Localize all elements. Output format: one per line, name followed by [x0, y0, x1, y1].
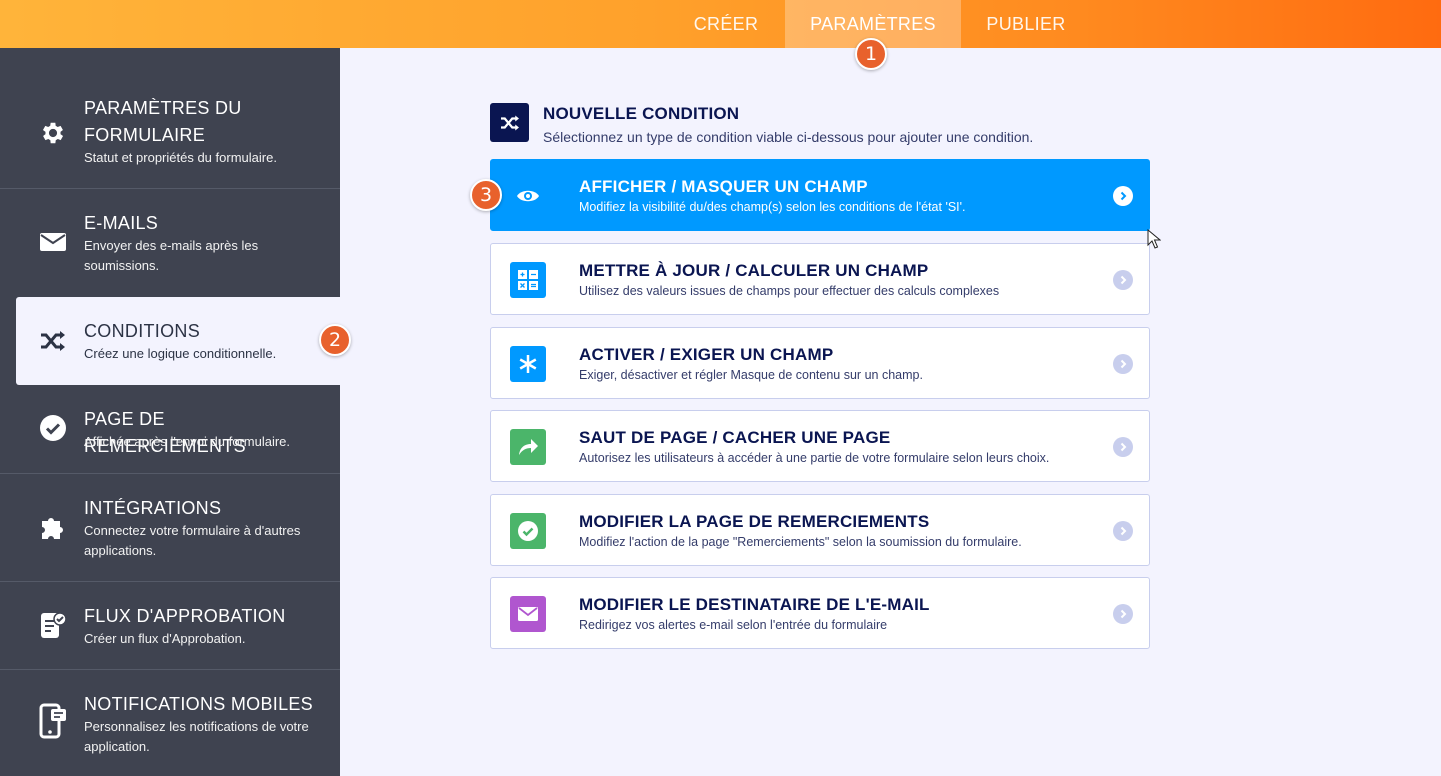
check-icon — [510, 513, 546, 549]
condition-title: AFFICHER / MASQUER UN CHAMP — [579, 177, 868, 196]
condition-title: ACTIVER / EXIGER UN CHAMP — [579, 345, 834, 364]
shuffle-icon — [490, 103, 529, 142]
sidebar-item-title: NOTIFICATIONS MOBILES — [84, 694, 313, 714]
condition-update-calculate-field[interactable]: METTRE À JOUR / CALCULER UN CHAMP Utilis… — [490, 243, 1150, 315]
sidebar-item-title: PARAMÈTRES DU FORMULAIRE — [84, 95, 324, 149]
chevron-right-icon — [1113, 521, 1133, 541]
mobile-notification-icon — [38, 703, 68, 739]
top-nav-bar: CRÉER PARAMÈTRES PUBLIER — [0, 0, 1441, 48]
page-subtitle: Sélectionnez un type de condition viable… — [543, 129, 1034, 145]
sidebar-item-mobile-notifications[interactable]: NOTIFICATIONS MOBILES Personnalisez les … — [0, 670, 340, 776]
sidebar-item-desc: Créez une logique conditionnelle. — [84, 346, 277, 361]
condition-change-email-recipient[interactable]: MODIFIER LE DESTINATAIRE DE L'E-MAIL Red… — [490, 577, 1150, 649]
condition-show-hide-field[interactable]: AFFICHER / MASQUER UN CHAMP Modifiez la … — [490, 159, 1150, 231]
sidebar-desc-line: soumissions. — [84, 258, 160, 273]
sidebar-title-line: PARAMÈTRES DU — [84, 98, 242, 118]
envelope-icon — [38, 227, 68, 257]
condition-enable-require-field[interactable]: ACTIVER / EXIGER UN CHAMP Exiger, désact… — [490, 327, 1150, 399]
condition-title: SAUT DE PAGE / CACHER UNE PAGE — [579, 428, 891, 447]
sidebar-desc-line: Personnalisez les notifications de votre — [84, 719, 309, 734]
sidebar-item-desc: Créer un flux d'Approbation. — [84, 631, 246, 646]
envelope-icon — [510, 596, 546, 632]
sidebar-desc-line: application. — [84, 739, 150, 754]
page-title: NOUVELLE CONDITION — [543, 104, 740, 123]
step-badge-2: 2 — [319, 324, 351, 356]
sidebar-item-title: E-MAILS — [84, 213, 159, 233]
sidebar-item-emails[interactable]: E-MAILS Envoyer des e-mails après les so… — [0, 189, 340, 297]
sidebar-desc-line: Connectez votre formulaire à d'autres — [84, 523, 301, 538]
chevron-right-icon — [1113, 604, 1133, 624]
condition-desc: Autorisez les utilisateurs à accéder à u… — [579, 451, 1050, 465]
sidebar-item-title: INTÉGRATIONS — [84, 498, 222, 518]
shuffle-icon — [38, 326, 68, 356]
tab-publier[interactable]: PUBLIER — [976, 0, 1076, 48]
sidebar-item-desc: Statut et propriétés du formulaire. — [84, 150, 277, 165]
sidebar-desc-line: applications. — [84, 543, 157, 558]
condition-desc: Exiger, désactiver et régler Masque de c… — [579, 368, 923, 382]
condition-title: MODIFIER LE DESTINATAIRE DE L'E-MAIL — [579, 595, 930, 614]
sidebar-item-desc: Connectez votre formulaire à d'autres ap… — [84, 521, 334, 561]
chevron-right-icon — [1113, 354, 1133, 374]
sidebar-item-form-settings[interactable]: PARAMÈTRES DU FORMULAIRE Statut et propr… — [0, 48, 340, 189]
chevron-right-icon — [1113, 186, 1133, 206]
step-badge-1: 1 — [855, 38, 887, 70]
approval-doc-icon — [38, 610, 68, 640]
sidebar-desc-line: Envoyer des e-mails après les — [84, 238, 259, 253]
gear-icon — [38, 118, 68, 148]
condition-skip-hide-page[interactable]: SAUT DE PAGE / CACHER UNE PAGE Autorisez… — [490, 410, 1150, 482]
sidebar-item-thank-you-page[interactable]: PAGE DE REMERCIEMENTS Affichée après l'e… — [0, 385, 340, 474]
sidebar-item-desc: Personnalisez les notifications de votre… — [84, 717, 334, 757]
check-circle-icon — [38, 413, 68, 443]
condition-desc: Modifiez l'action de la page "Remercieme… — [579, 535, 1022, 549]
mouse-cursor-icon — [1147, 228, 1162, 254]
sidebar-item-desc: Affichée après l'envoi du formulaire. — [84, 434, 291, 449]
share-arrow-icon — [510, 429, 546, 465]
condition-title: METTRE À JOUR / CALCULER UN CHAMP — [579, 261, 929, 280]
condition-title: MODIFIER LA PAGE DE REMERCIEMENTS — [579, 512, 930, 531]
sidebar-item-title: CONDITIONS — [84, 321, 201, 341]
condition-change-thank-you-page[interactable]: MODIFIER LA PAGE DE REMERCIEMENTS Modifi… — [490, 494, 1150, 566]
sidebar-item-desc: Envoyer des e-mails après les soumission… — [84, 236, 334, 276]
puzzle-icon — [38, 512, 68, 542]
sidebar-item-approval-flow[interactable]: FLUX D'APPROBATION Créer un flux d'Appro… — [0, 582, 340, 670]
chevron-right-icon — [1113, 437, 1133, 457]
chevron-right-icon — [1113, 270, 1133, 290]
sidebar-item-integrations[interactable]: INTÉGRATIONS Connectez votre formulaire … — [0, 474, 340, 582]
calculator-icon — [510, 262, 546, 298]
condition-desc: Utilisez des valeurs issues de champs po… — [579, 284, 1000, 298]
sidebar-title-line: FORMULAIRE — [84, 125, 206, 145]
sidebar-item-title: FLUX D'APPROBATION — [84, 606, 286, 626]
eye-icon — [510, 178, 546, 214]
condition-desc: Redirigez vos alertes e-mail selon l'ent… — [579, 618, 888, 632]
tab-creer[interactable]: CRÉER — [684, 0, 768, 48]
condition-desc: Modifiez la visibilité du/des champ(s) s… — [579, 200, 966, 214]
step-badge-3: 3 — [470, 179, 502, 211]
sidebar-item-conditions[interactable]: CONDITIONS Créez une logique conditionne… — [16, 297, 340, 385]
asterisk-icon — [510, 346, 546, 382]
